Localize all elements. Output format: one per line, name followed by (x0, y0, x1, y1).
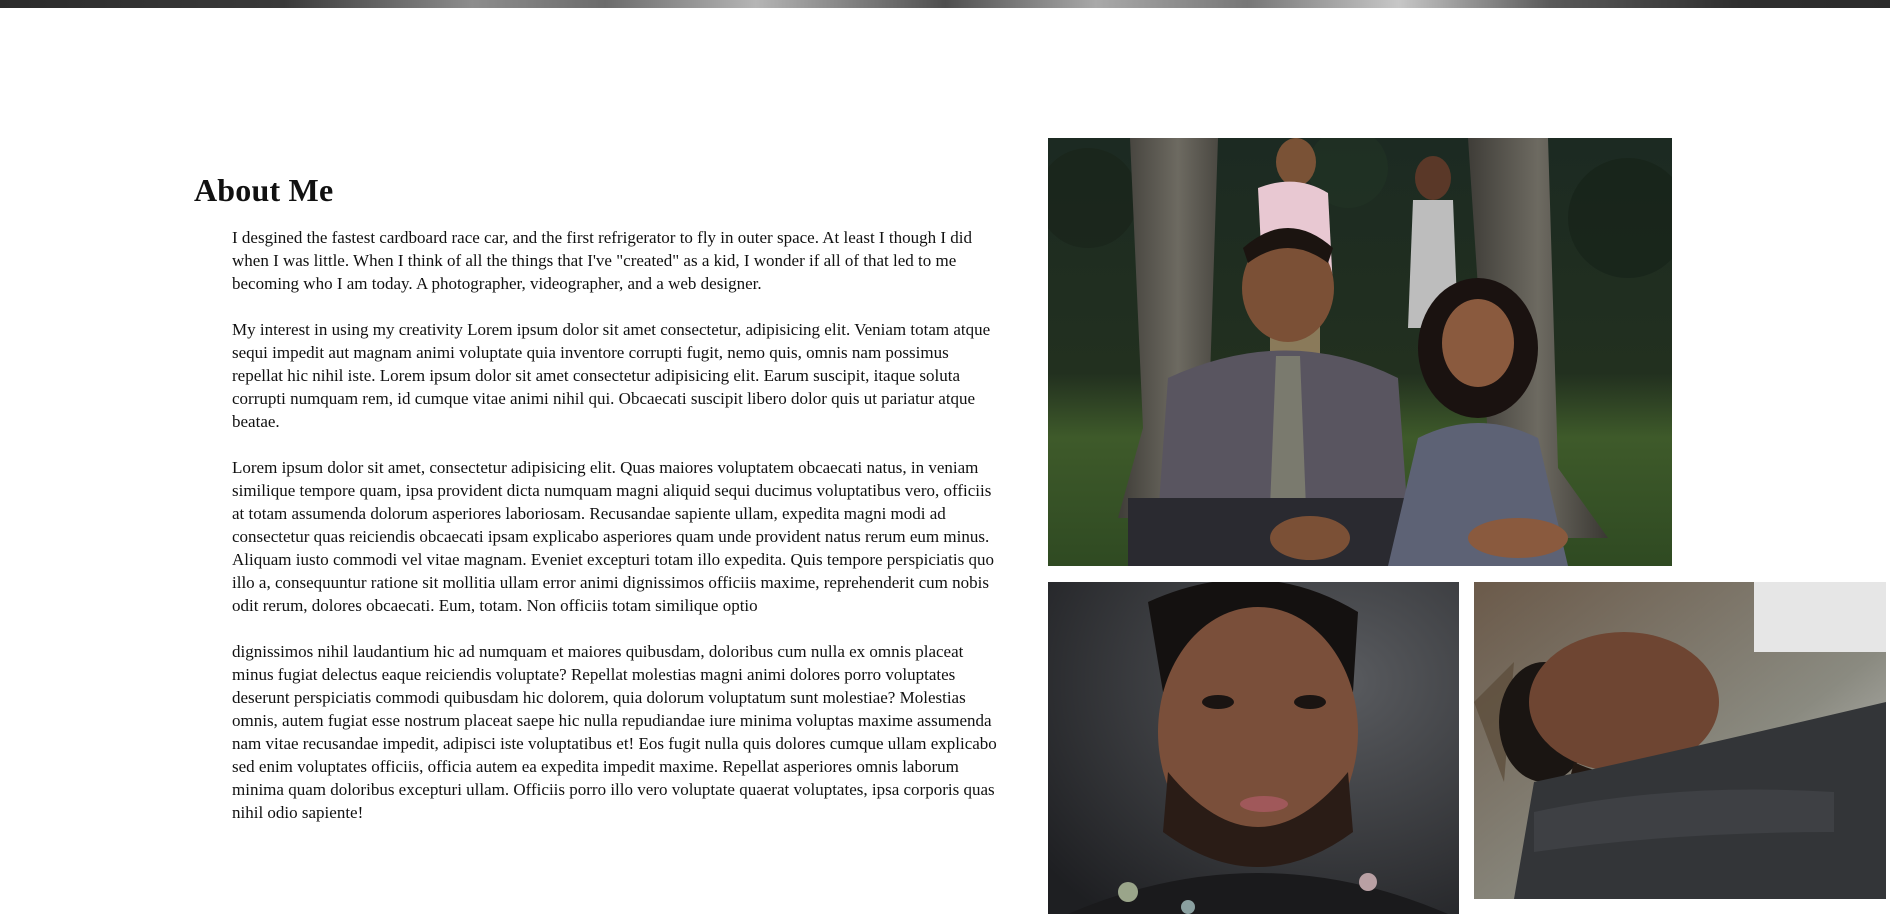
about-section: About Me I desgined the fastest cardboar… (194, 170, 1014, 847)
about-paragraph-2: My interest in using my creativity Lorem… (232, 320, 991, 431)
about-paragraph-3: Lorem ipsum dolor sit amet, consectetur … (232, 458, 994, 615)
portrait-photo (1048, 582, 1459, 914)
about-paragraph-1: I desgined the fastest cardboard race ca… (232, 228, 972, 293)
lying-photo (1474, 582, 1886, 899)
about-text: I desgined the fastest cardboard race ca… (232, 226, 1002, 824)
header-image-strip (0, 0, 1890, 8)
about-paragraph-4: dignissimos nihil laudantium hic ad numq… (232, 642, 997, 822)
about-heading: About Me (194, 172, 334, 208)
group-photo (1048, 138, 1672, 566)
